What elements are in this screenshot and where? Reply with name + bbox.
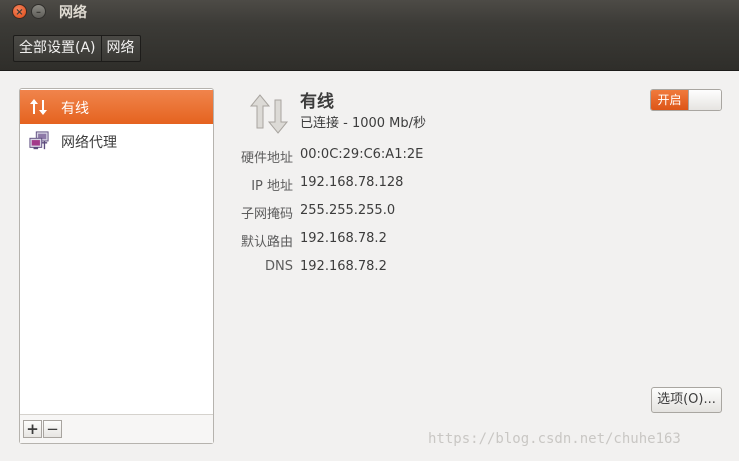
sidebar-item-wired[interactable]: 有线	[20, 90, 213, 124]
device-name: 有线	[300, 92, 334, 112]
close-window-button[interactable]: ×	[12, 4, 27, 19]
ip-address-value: 192.168.78.128	[300, 175, 404, 190]
breadcrumb-all-settings-button[interactable]: 全部设置(A)	[14, 36, 101, 61]
switch-knob	[688, 90, 721, 110]
remove-device-button[interactable]: −	[43, 420, 62, 438]
wired-network-large-icon	[249, 94, 289, 134]
switch-on-label: 开启	[651, 90, 688, 110]
device-list: 有线 网络代理 + −	[19, 88, 214, 444]
title-bar: × – 网络	[0, 0, 739, 24]
add-device-button[interactable]: +	[23, 420, 42, 438]
dns-label: DNS	[265, 259, 293, 274]
hardware-address-label: 硬件地址	[240, 151, 293, 166]
hardware-address-value: 00:0C:29:C6:A1:2E	[300, 147, 424, 162]
sidebar-item-network-proxy[interactable]: 网络代理	[20, 124, 213, 158]
connection-status: 已连接 - 1000 Mb/秒	[300, 116, 427, 131]
default-route-value: 192.168.78.2	[300, 231, 387, 246]
window-title: 网络	[59, 5, 87, 21]
list-toolbar: + −	[20, 414, 213, 443]
toolbar: 全部设置(A) 网络	[0, 24, 739, 71]
wired-power-switch[interactable]: 开启	[650, 89, 722, 111]
sidebar-item-label: 网络代理	[61, 135, 117, 151]
breadcrumb-network-button[interactable]: 网络	[100, 36, 140, 61]
ip-address-label: IP 地址	[251, 179, 293, 194]
minimize-window-button[interactable]: –	[31, 4, 46, 19]
watermark-text: https://blog.csdn.net/chuhe163	[428, 431, 681, 447]
default-route-label: 默认路由	[240, 235, 293, 250]
sidebar-item-label: 有线	[61, 101, 89, 117]
network-proxy-icon	[29, 131, 49, 150]
subnet-mask-label: 子网掩码	[240, 207, 293, 222]
dns-value: 192.168.78.2	[300, 259, 387, 274]
wired-network-icon	[30, 99, 47, 115]
breadcrumb: 全部设置(A) 网络	[13, 35, 141, 62]
subnet-mask-value: 255.255.255.0	[300, 203, 396, 218]
options-button[interactable]: 选项(O)...	[651, 387, 722, 413]
